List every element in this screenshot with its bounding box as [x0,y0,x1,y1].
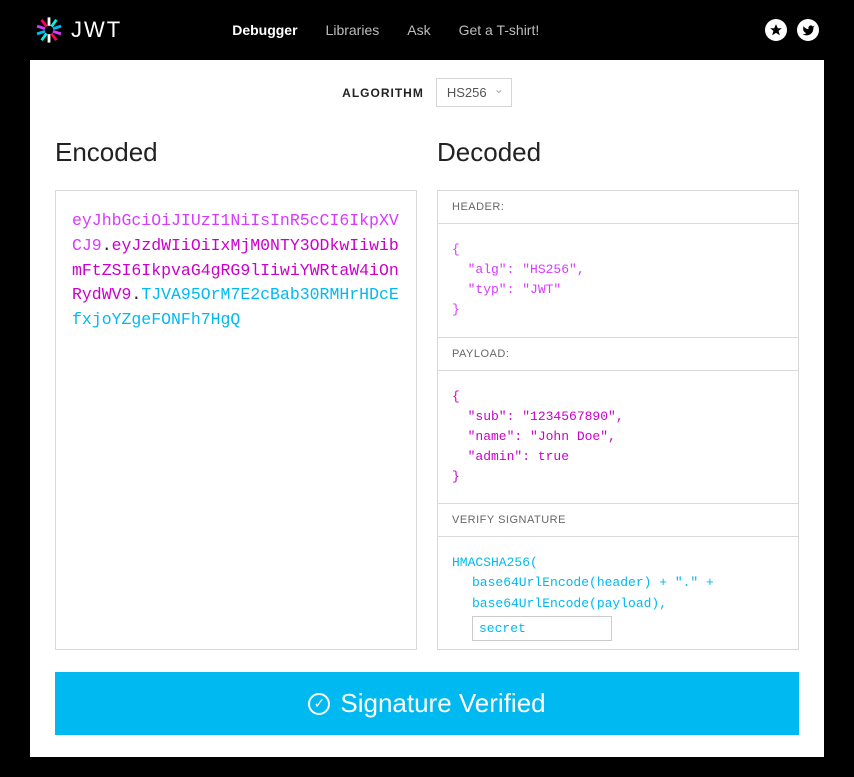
signature-body: HMACSHA256( base64UrlEncode(header) + ".… [438,537,798,650]
token-dot: . [131,285,141,304]
brand-logo[interactable]: JWT [35,16,122,44]
sig-fn-close: ) [452,647,460,650]
secret-base64-label: secret base64 encoded [481,647,645,650]
nav-debugger[interactable]: Debugger [232,22,297,38]
decoded-heading: Decoded [437,137,799,168]
algorithm-label: ALGORITHM [342,86,424,100]
algorithm-select[interactable]: HS256 [436,78,512,107]
signature-section: VERIFY SIGNATURE HMACSHA256( base64UrlEn… [438,504,798,650]
payload-section: PAYLOAD: { "sub": "1234567890", "name": … [438,338,798,505]
nav-ask[interactable]: Ask [407,22,430,38]
header-section-label: HEADER: [438,191,798,224]
social-links [765,19,819,41]
top-navbar: JWT Debugger Libraries Ask Get a T-shirt… [30,0,824,60]
encoded-column: Encoded eyJhbGciOiJIUzI1NiIsInR5cCI6IkpX… [55,137,417,650]
signature-verified-bar: ✓ Signature Verified [55,672,799,735]
sig-line-2: base64UrlEncode(payload), [452,594,784,614]
token-dot: . [102,236,112,255]
decoded-box: HEADER: { "alg": "HS256", "typ": "JWT" }… [437,190,799,650]
encoded-token-box[interactable]: eyJhbGciOiJIUzI1NiIsInR5cCI6IkpXVCJ9.eyJ… [55,190,417,650]
jwt-logo-icon [35,16,63,44]
brand-text: JWT [71,17,122,43]
secret-input[interactable] [472,616,612,641]
check-icon: ✓ [308,693,330,715]
decoded-column: Decoded HEADER: { "alg": "HS256", "typ":… [437,137,799,650]
twitter-icon[interactable] [797,19,819,41]
star-icon[interactable] [765,19,787,41]
payload-json[interactable]: { "sub": "1234567890", "name": "John Doe… [438,371,798,504]
main-nav: Debugger Libraries Ask Get a T-shirt! [232,22,539,38]
signature-section-label: VERIFY SIGNATURE [438,504,798,537]
sig-fn-open: HMACSHA256( [452,553,784,573]
header-section: HEADER: { "alg": "HS256", "typ": "JWT" } [438,191,798,338]
algorithm-row: ALGORITHM HS256 [55,78,799,107]
sig-line-1: base64UrlEncode(header) + "." + [452,573,784,593]
header-json[interactable]: { "alg": "HS256", "typ": "JWT" } [438,224,798,337]
encoded-heading: Encoded [55,137,417,168]
signature-verified-text: Signature Verified [340,688,545,719]
payload-section-label: PAYLOAD: [438,338,798,371]
main-content: ALGORITHM HS256 Encoded eyJhbGciOiJIUzI1… [30,60,824,757]
nav-tshirt[interactable]: Get a T-shirt! [459,22,540,38]
nav-libraries[interactable]: Libraries [326,22,380,38]
